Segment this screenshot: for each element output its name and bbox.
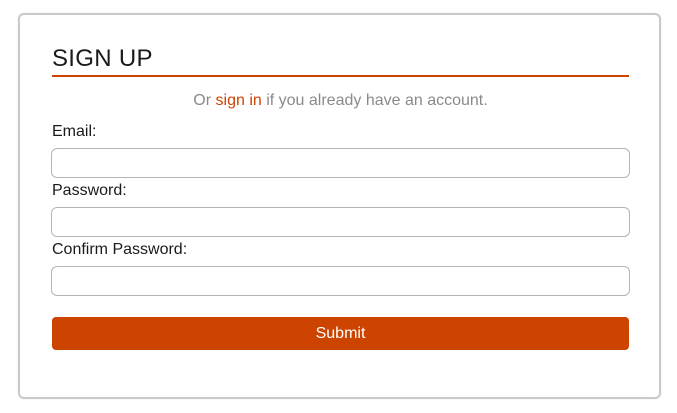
email-label: Email: bbox=[52, 123, 97, 140]
form-title: SIGN UP bbox=[52, 45, 153, 72]
email-field[interactable] bbox=[51, 148, 630, 178]
submit-button[interactable]: Submit bbox=[52, 317, 629, 350]
title-divider bbox=[52, 75, 629, 77]
signup-card: SIGN UP Or sign in if you already have a… bbox=[18, 13, 661, 399]
signin-prompt-suffix: if you already have an account. bbox=[261, 92, 488, 109]
signin-prompt-prefix: Or bbox=[193, 92, 216, 109]
signin-prompt: Or sign in if you already have an accoun… bbox=[52, 92, 629, 110]
signin-link[interactable]: sign in bbox=[216, 92, 262, 109]
password-field[interactable] bbox=[51, 207, 630, 237]
confirm-password-label: Confirm Password: bbox=[52, 241, 188, 258]
confirm-password-field[interactable] bbox=[51, 266, 630, 296]
password-label: Password: bbox=[52, 182, 127, 199]
